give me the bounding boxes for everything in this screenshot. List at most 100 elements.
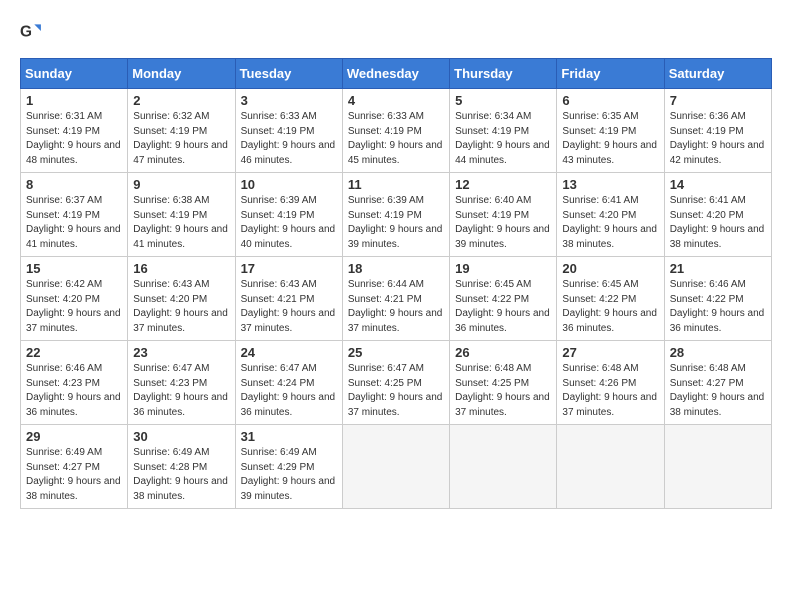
calendar-day-12: 12Sunrise: 6:40 AMSunset: 4:19 PMDayligh… [450, 173, 557, 257]
weekday-header-saturday: Saturday [664, 59, 771, 89]
day-number: 13 [562, 177, 658, 192]
day-number: 14 [670, 177, 766, 192]
day-info: Sunrise: 6:46 AMSunset: 4:23 PMDaylight:… [26, 362, 122, 420]
calendar-week-4: 22 Sunrise: 6:46 AMSunset: 4:23 PMDayligh… [21, 341, 772, 425]
day-number: 7 [670, 93, 766, 108]
calendar-day-3: 3 Sunrise: 6:33 AMSunset: 4:19 PMDaylight… [235, 89, 342, 173]
calendar-week-2: 8 Sunrise: 6:37 AMSunset: 4:19 PMDaylight… [21, 173, 772, 257]
day-info: Sunrise: 6:41 AMSunset: 4:20 PMDaylight:… [562, 194, 658, 252]
day-info: Sunrise: 6:44 AMSunset: 4:21 PMDaylight:… [348, 278, 444, 336]
day-number: 5 [455, 93, 551, 108]
day-number: 20 [562, 261, 658, 276]
day-number: 19 [455, 261, 551, 276]
day-info: Sunrise: 6:48 AMSunset: 4:25 PMDaylight:… [455, 362, 551, 420]
calendar-day-17: 17 Sunrise: 6:43 AMSunset: 4:21 PMDayligh… [235, 257, 342, 341]
day-info: Sunrise: 6:35 AMSunset: 4:19 PMDaylight:… [562, 110, 658, 168]
calendar-day-22: 22 Sunrise: 6:46 AMSunset: 4:23 PMDayligh… [21, 341, 128, 425]
day-info: Sunrise: 6:40 AMSunset: 4:19 PMDaylight:… [455, 194, 551, 252]
calendar-day-13: 13 Sunrise: 6:41 AMSunset: 4:20 PMDayligh… [557, 173, 664, 257]
day-number: 8 [26, 177, 122, 192]
day-number: 26 [455, 345, 551, 360]
calendar-day-20: 20 Sunrise: 6:45 AMSunset: 4:22 PMDayligh… [557, 257, 664, 341]
logo: G [20, 20, 46, 42]
day-number: 9 [133, 177, 229, 192]
day-info: Sunrise: 6:45 AMSunset: 4:22 PMDaylight:… [562, 278, 658, 336]
calendar-day-27: 27Sunrise: 6:48 AMSunset: 4:26 PMDayligh… [557, 341, 664, 425]
day-info: Sunrise: 6:48 AMSunset: 4:27 PMDaylight:… [670, 362, 766, 420]
calendar-day-28: 28 Sunrise: 6:48 AMSunset: 4:27 PMDayligh… [664, 341, 771, 425]
day-number: 2 [133, 93, 229, 108]
day-info: Sunrise: 6:33 AMSunset: 4:19 PMDaylight:… [348, 110, 444, 168]
day-info: Sunrise: 6:33 AMSunset: 4:19 PMDaylight:… [241, 110, 337, 168]
calendar-day-16: 16 Sunrise: 6:43 AMSunset: 4:20 PMDayligh… [128, 257, 235, 341]
calendar-day-15: 15 Sunrise: 6:42 AMSunset: 4:20 PMDayligh… [21, 257, 128, 341]
weekday-header-wednesday: Wednesday [342, 59, 449, 89]
logo-icon: G [20, 20, 42, 42]
day-number: 27 [562, 345, 658, 360]
calendar-day-10: 10Sunrise: 6:39 AMSunset: 4:19 PMDayligh… [235, 173, 342, 257]
weekday-header-thursday: Thursday [450, 59, 557, 89]
day-info: Sunrise: 6:47 AMSunset: 4:23 PMDaylight:… [133, 362, 229, 420]
weekday-header-tuesday: Tuesday [235, 59, 342, 89]
calendar-day-26: 26 Sunrise: 6:48 AMSunset: 4:25 PMDayligh… [450, 341, 557, 425]
calendar-day-2: 2 Sunrise: 6:32 AMSunset: 4:19 PMDaylight… [128, 89, 235, 173]
day-number: 31 [241, 429, 337, 444]
day-info: Sunrise: 6:39 AMSunset: 4:19 PMDaylight:… [348, 194, 444, 252]
calendar-day-24: 24Sunrise: 6:47 AMSunset: 4:24 PMDayligh… [235, 341, 342, 425]
weekday-header-sunday: Sunday [21, 59, 128, 89]
day-info: Sunrise: 6:38 AMSunset: 4:19 PMDaylight:… [133, 194, 229, 252]
calendar-day-1: 1Sunrise: 6:31 AMSunset: 4:19 PMDaylight… [21, 89, 128, 173]
calendar-day-18: 18 Sunrise: 6:44 AMSunset: 4:21 PMDayligh… [342, 257, 449, 341]
day-number: 6 [562, 93, 658, 108]
day-info: Sunrise: 6:34 AMSunset: 4:19 PMDaylight:… [455, 110, 551, 168]
calendar-day-9: 9 Sunrise: 6:38 AMSunset: 4:19 PMDaylight… [128, 173, 235, 257]
calendar-table: SundayMondayTuesdayWednesdayThursdayFrid… [20, 58, 772, 509]
calendar-week-5: 29Sunrise: 6:49 AMSunset: 4:27 PMDayligh… [21, 425, 772, 509]
day-number: 4 [348, 93, 444, 108]
calendar-day-11: 11 Sunrise: 6:39 AMSunset: 4:19 PMDayligh… [342, 173, 449, 257]
day-info: Sunrise: 6:49 AMSunset: 4:28 PMDaylight:… [133, 446, 229, 504]
day-info: Sunrise: 6:43 AMSunset: 4:21 PMDaylight:… [241, 278, 337, 336]
day-number: 28 [670, 345, 766, 360]
calendar-day-29: 29Sunrise: 6:49 AMSunset: 4:27 PMDayligh… [21, 425, 128, 509]
day-info: Sunrise: 6:49 AMSunset: 4:29 PMDaylight:… [241, 446, 337, 504]
calendar-day-19: 19 Sunrise: 6:45 AMSunset: 4:22 PMDayligh… [450, 257, 557, 341]
calendar-day-8: 8 Sunrise: 6:37 AMSunset: 4:19 PMDaylight… [21, 173, 128, 257]
day-number: 11 [348, 177, 444, 192]
day-number: 24 [241, 345, 337, 360]
calendar-day-31: 31 Sunrise: 6:49 AMSunset: 4:29 PMDayligh… [235, 425, 342, 509]
day-number: 1 [26, 93, 122, 108]
day-number: 18 [348, 261, 444, 276]
day-number: 16 [133, 261, 229, 276]
calendar-day-7: 7 Sunrise: 6:36 AMSunset: 4:19 PMDaylight… [664, 89, 771, 173]
day-number: 17 [241, 261, 337, 276]
weekday-header-monday: Monday [128, 59, 235, 89]
day-info: Sunrise: 6:47 AMSunset: 4:25 PMDaylight:… [348, 362, 444, 420]
empty-cell [557, 425, 664, 509]
day-info: Sunrise: 6:37 AMSunset: 4:19 PMDaylight:… [26, 194, 122, 252]
calendar-day-4: 4 Sunrise: 6:33 AMSunset: 4:19 PMDaylight… [342, 89, 449, 173]
calendar-day-23: 23Sunrise: 6:47 AMSunset: 4:23 PMDayligh… [128, 341, 235, 425]
day-info: Sunrise: 6:45 AMSunset: 4:22 PMDaylight:… [455, 278, 551, 336]
calendar-day-6: 6 Sunrise: 6:35 AMSunset: 4:19 PMDaylight… [557, 89, 664, 173]
empty-cell [450, 425, 557, 509]
day-info: Sunrise: 6:43 AMSunset: 4:20 PMDaylight:… [133, 278, 229, 336]
day-number: 30 [133, 429, 229, 444]
weekday-header-row: SundayMondayTuesdayWednesdayThursdayFrid… [21, 59, 772, 89]
day-number: 15 [26, 261, 122, 276]
page-header: G [20, 20, 772, 42]
day-info: Sunrise: 6:32 AMSunset: 4:19 PMDaylight:… [133, 110, 229, 168]
day-info: Sunrise: 6:36 AMSunset: 4:19 PMDaylight:… [670, 110, 766, 168]
day-number: 21 [670, 261, 766, 276]
day-info: Sunrise: 6:49 AMSunset: 4:27 PMDaylight:… [26, 446, 122, 504]
day-number: 3 [241, 93, 337, 108]
day-number: 10 [241, 177, 337, 192]
day-number: 22 [26, 345, 122, 360]
day-info: Sunrise: 6:46 AMSunset: 4:22 PMDaylight:… [670, 278, 766, 336]
day-info: Sunrise: 6:41 AMSunset: 4:20 PMDaylight:… [670, 194, 766, 252]
day-info: Sunrise: 6:42 AMSunset: 4:20 PMDaylight:… [26, 278, 122, 336]
empty-cell [664, 425, 771, 509]
calendar-day-21: 21 Sunrise: 6:46 AMSunset: 4:22 PMDayligh… [664, 257, 771, 341]
calendar-day-5: 5 Sunrise: 6:34 AMSunset: 4:19 PMDaylight… [450, 89, 557, 173]
calendar-day-14: 14 Sunrise: 6:41 AMSunset: 4:20 PMDayligh… [664, 173, 771, 257]
